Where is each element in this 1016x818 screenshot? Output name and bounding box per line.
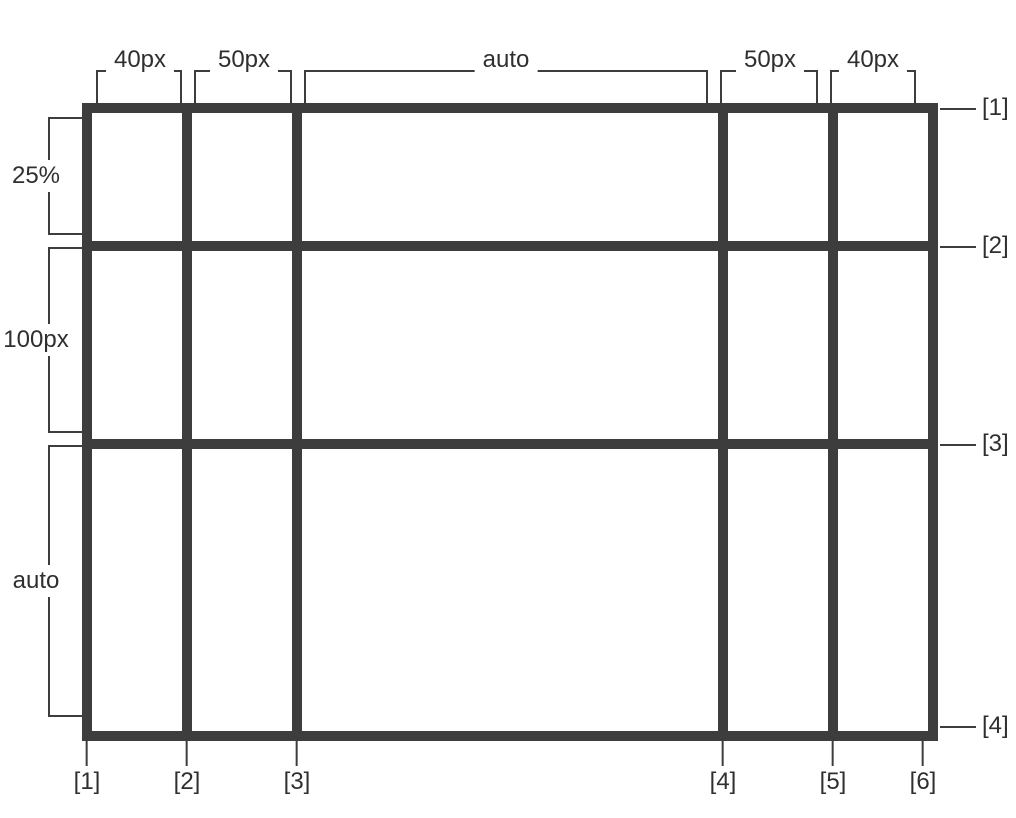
col-bracket-3 [304,70,708,103]
col-line-tag-3: [3] [284,736,311,794]
row-size-3: auto [0,565,72,597]
col-line-5 [828,113,838,731]
col-line-label-3: [3] [284,768,311,795]
row-line-tag-4: [4] [940,714,1009,738]
row-line-3 [92,439,928,449]
col-line-label-1: [1] [74,768,101,795]
col-size-1: 40px [106,48,174,72]
col-size-3: auto [475,48,538,72]
col-line-3 [292,113,302,731]
grid-diagram: 40px 50px auto 50px 40px 25% 100px auto … [0,0,1016,818]
col-size-5: 40px [839,48,907,72]
col-bracket-4 [720,70,818,103]
col-line-label-5: [5] [820,768,847,795]
row-line-2 [92,241,928,251]
row-line-label-4: [4] [982,712,1009,739]
col-bracket-2 [194,70,292,103]
col-bracket-5 [830,70,916,103]
col-line-tag-2: [2] [174,736,201,794]
row-line-label-2: [2] [982,232,1009,259]
col-bracket-1 [96,70,182,103]
col-line-tag-1: [1] [74,736,101,794]
row-line-tag-3: [3] [940,432,1009,456]
col-line-label-6: [6] [910,768,937,795]
col-line-4 [718,113,728,731]
row-size-2: 100px [0,324,72,356]
row-line-label-3: [3] [982,430,1009,457]
col-line-2 [182,113,192,731]
row-line-label-1: [1] [982,94,1009,121]
col-size-2: 50px [210,48,278,72]
col-line-tag-5: [5] [820,736,847,794]
row-line-tag-2: [2] [940,234,1009,258]
col-size-4: 50px [736,48,804,72]
col-line-tag-6: [6] [910,736,937,794]
row-line-tag-1: [1] [940,96,1009,120]
col-line-tag-4: [4] [710,736,737,794]
col-line-label-2: [2] [174,768,201,795]
grid-frame [82,103,938,741]
col-line-label-4: [4] [710,768,737,795]
row-size-1: 25% [0,160,72,192]
